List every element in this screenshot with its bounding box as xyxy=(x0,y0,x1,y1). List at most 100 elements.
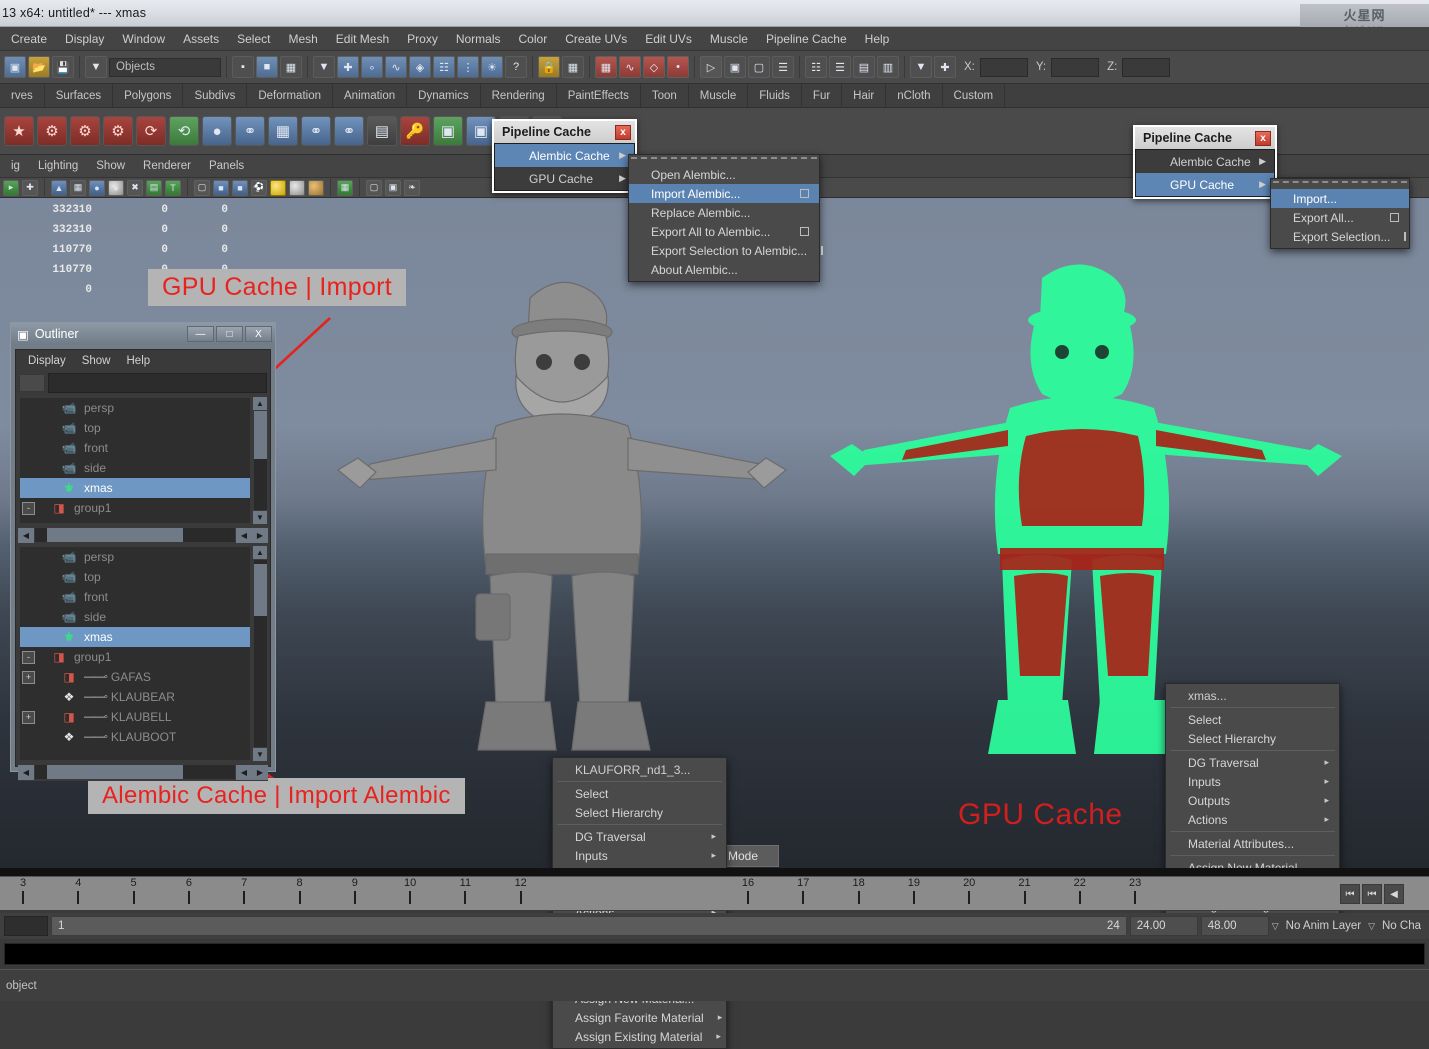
xray-joints-icon[interactable]: ▣ xyxy=(385,180,401,196)
shelf-tab-rendering[interactable]: Rendering xyxy=(481,84,557,107)
outliner-item-side[interactable]: 📹side xyxy=(20,458,250,478)
use-default-lighting-icon[interactable] xyxy=(270,180,286,196)
outliner-window[interactable]: ▣ Outliner — □ X DisplayShowHelp 📹persp📹… xyxy=(10,322,276,772)
close-icon[interactable]: X xyxy=(245,326,272,342)
select-mask-dropdown-icon[interactable]: ▼ xyxy=(313,56,335,78)
menu-item-assign-existing-material[interactable]: Assign Existing Material▸ xyxy=(553,1027,726,1046)
channel-box-icon[interactable]: ▥ xyxy=(877,56,899,78)
gpu-cache-submenu[interactable]: Import...Export All...Export Selection..… xyxy=(1270,178,1410,249)
shelf-cluster-icon[interactable]: ⚭ xyxy=(235,116,265,146)
anim-layer-label[interactable]: No Anim Layer xyxy=(1282,920,1365,932)
menu-item-export-all[interactable]: Export All... xyxy=(1271,208,1409,227)
step-back-key-icon[interactable]: ⏮ xyxy=(1362,884,1382,904)
shelf-tab-painteffects[interactable]: PaintEffects xyxy=(557,84,641,107)
outliner-item-klaubear[interactable]: ❖——◦KLAUBEAR xyxy=(20,687,250,707)
lock-icon[interactable]: 🔒 xyxy=(538,56,560,78)
selection-mask-field[interactable]: Objects xyxy=(109,58,221,77)
ipr-render-icon[interactable]: ▢ xyxy=(748,56,770,78)
alembic-cache-submenu[interactable]: Open Alembic...Import Alembic...Replace … xyxy=(628,154,820,282)
scroll-track-h[interactable] xyxy=(35,765,235,779)
chevron-down-icon-2[interactable]: ▽ xyxy=(1368,921,1375,932)
shelf-tab-surfaces[interactable]: Surfaces xyxy=(45,84,113,107)
pipeline-cache-window-right[interactable]: Pipeline Cache x Alembic Cache▶GPU Cache… xyxy=(1133,125,1277,199)
pipeline-cache-item-alembic-cache[interactable]: Alembic Cache▶ xyxy=(495,144,634,167)
menu-item-proxy[interactable]: Proxy xyxy=(398,29,447,49)
menu-item-outputs[interactable]: Outputs▸ xyxy=(1166,791,1339,810)
pipeline-cache-item-gpu-cache[interactable]: GPU Cache▶ xyxy=(495,167,634,190)
shelf-tab-fluids[interactable]: Fluids xyxy=(748,84,802,107)
shelf-create-cache-icon[interactable]: ▣ xyxy=(433,116,463,146)
curves-mask-icon[interactable]: ∿ xyxy=(385,56,407,78)
outliner-item-klaubell[interactable]: +◨——◦KLAUBELL xyxy=(20,707,250,727)
render-settings-icon[interactable]: ☰ xyxy=(772,56,794,78)
render-current-frame-icon[interactable]: ▣ xyxy=(724,56,746,78)
snap-to-grids-icon[interactable]: ▦ xyxy=(595,56,617,78)
close-icon[interactable]: x xyxy=(1255,131,1271,146)
surfaces-mask-icon[interactable]: ◈ xyxy=(409,56,431,78)
shelf-tab-ncloth[interactable]: nCloth xyxy=(886,84,942,107)
menu-item-select-hierarchy[interactable]: Select Hierarchy xyxy=(1166,729,1339,748)
scroll-right-icon[interactable]: ◀ xyxy=(236,765,252,780)
component-select-icon[interactable]: ▦ xyxy=(280,56,302,78)
scroll-right-icon-2[interactable]: ▶ xyxy=(252,765,268,780)
snap-to-projected-center-icon[interactable]: • xyxy=(667,56,689,78)
scroll-up-icon[interactable]: ▲ xyxy=(253,397,267,410)
scroll-thumb-h[interactable] xyxy=(47,528,183,542)
scroll-up-icon[interactable]: ▲ xyxy=(253,546,267,559)
playback-end-field[interactable]: 48.00 xyxy=(1201,916,1269,936)
end-time-field[interactable]: 24.00 xyxy=(1130,916,1198,936)
minimize-icon[interactable]: — xyxy=(187,326,214,342)
hypergraph-icon[interactable]: ☷ xyxy=(805,56,827,78)
shelf-blend-shape-icon[interactable]: ● xyxy=(202,116,232,146)
share-icon[interactable]: ❧ xyxy=(404,180,420,196)
menu-tearoff-handle[interactable] xyxy=(1273,181,1407,187)
filter-icon[interactable] xyxy=(19,374,45,392)
outliner-item-persp[interactable]: 📹persp xyxy=(20,398,250,418)
outliner-item-top[interactable]: 📹top xyxy=(20,567,250,587)
scroll-right-icon-2[interactable]: ▶ xyxy=(252,528,268,543)
menu-item-color[interactable]: Color xyxy=(510,29,557,49)
outliner-scrollbar-bottom[interactable]: ▲ ▼ xyxy=(252,546,268,761)
menu-item-export-selection[interactable]: Export Selection... xyxy=(1271,227,1409,246)
outliner-item-side[interactable]: 📹side xyxy=(20,607,250,627)
shelf-lattice-icon[interactable]: ▦ xyxy=(268,116,298,146)
menu-item-select[interactable]: Select xyxy=(228,29,279,49)
step-back-frame-icon[interactable]: ◀ xyxy=(1384,884,1404,904)
menu-item-create[interactable]: Create xyxy=(2,29,56,49)
expander-icon[interactable]: + xyxy=(22,671,35,684)
range-start-slot[interactable] xyxy=(4,916,48,936)
shelf-tab-hair[interactable]: Hair xyxy=(842,84,886,107)
menu-item-window[interactable]: Window xyxy=(113,29,174,49)
outliner-item-gafas[interactable]: +◨——◦GAFAS xyxy=(20,667,250,687)
menu-item-import[interactable]: Import... xyxy=(1271,189,1409,208)
shelf-tab-subdivs[interactable]: Subdivs xyxy=(183,84,247,107)
menu-item-inputs[interactable]: Inputs▸ xyxy=(1166,772,1339,791)
outliner-menu-show[interactable]: Show xyxy=(74,353,119,369)
shelf-tab-muscle[interactable]: Muscle xyxy=(689,84,748,107)
shelf-tab-fur[interactable]: Fur xyxy=(802,84,842,107)
menu-item-create-uvs[interactable]: Create UVs xyxy=(556,29,636,49)
pipeline-cache-item-gpu-cache[interactable]: GPU Cache▶ xyxy=(1136,173,1274,196)
open-scene-icon[interactable]: 📂 xyxy=(28,56,50,78)
outliner-scrollbar-top[interactable]: ▲ ▼ xyxy=(252,397,268,524)
shelf-joint-icon[interactable]: ⚙ xyxy=(37,116,67,146)
safe-action-icon[interactable]: ✖ xyxy=(127,180,143,196)
shelf-wrap-icon[interactable]: ⚭ xyxy=(301,116,331,146)
transform-crosshair-icon[interactable]: ✚ xyxy=(934,56,956,78)
shelf-set-key-icon[interactable]: ▤ xyxy=(367,116,397,146)
scroll-thumb-h[interactable] xyxy=(47,765,183,779)
menu-item-assets[interactable]: Assets xyxy=(174,29,228,49)
scroll-thumb[interactable] xyxy=(254,564,267,616)
range-slider[interactable]: 1 24 xyxy=(51,916,1127,936)
close-icon[interactable]: x xyxy=(615,125,631,140)
wireframe-icon[interactable]: ▢ xyxy=(194,180,210,196)
menu-item-replace-alembic[interactable]: Replace Alembic... xyxy=(629,203,819,222)
panel-menu-ig[interactable]: ig xyxy=(2,157,29,175)
resolution-gate-icon[interactable]: ● xyxy=(89,180,105,196)
dynamics-mask-icon[interactable]: ⋮ xyxy=(457,56,479,78)
pipeline-cache-window-left[interactable]: Pipeline Cache x Alembic Cache▶GPU Cache… xyxy=(492,119,637,193)
save-scene-icon[interactable]: 💾 xyxy=(52,56,74,78)
menu-item-edit-mesh[interactable]: Edit Mesh xyxy=(327,29,398,49)
snap-grid-icon[interactable]: ▦ xyxy=(562,56,584,78)
pipeline-cache-item-alembic-cache[interactable]: Alembic Cache▶ xyxy=(1136,150,1274,173)
